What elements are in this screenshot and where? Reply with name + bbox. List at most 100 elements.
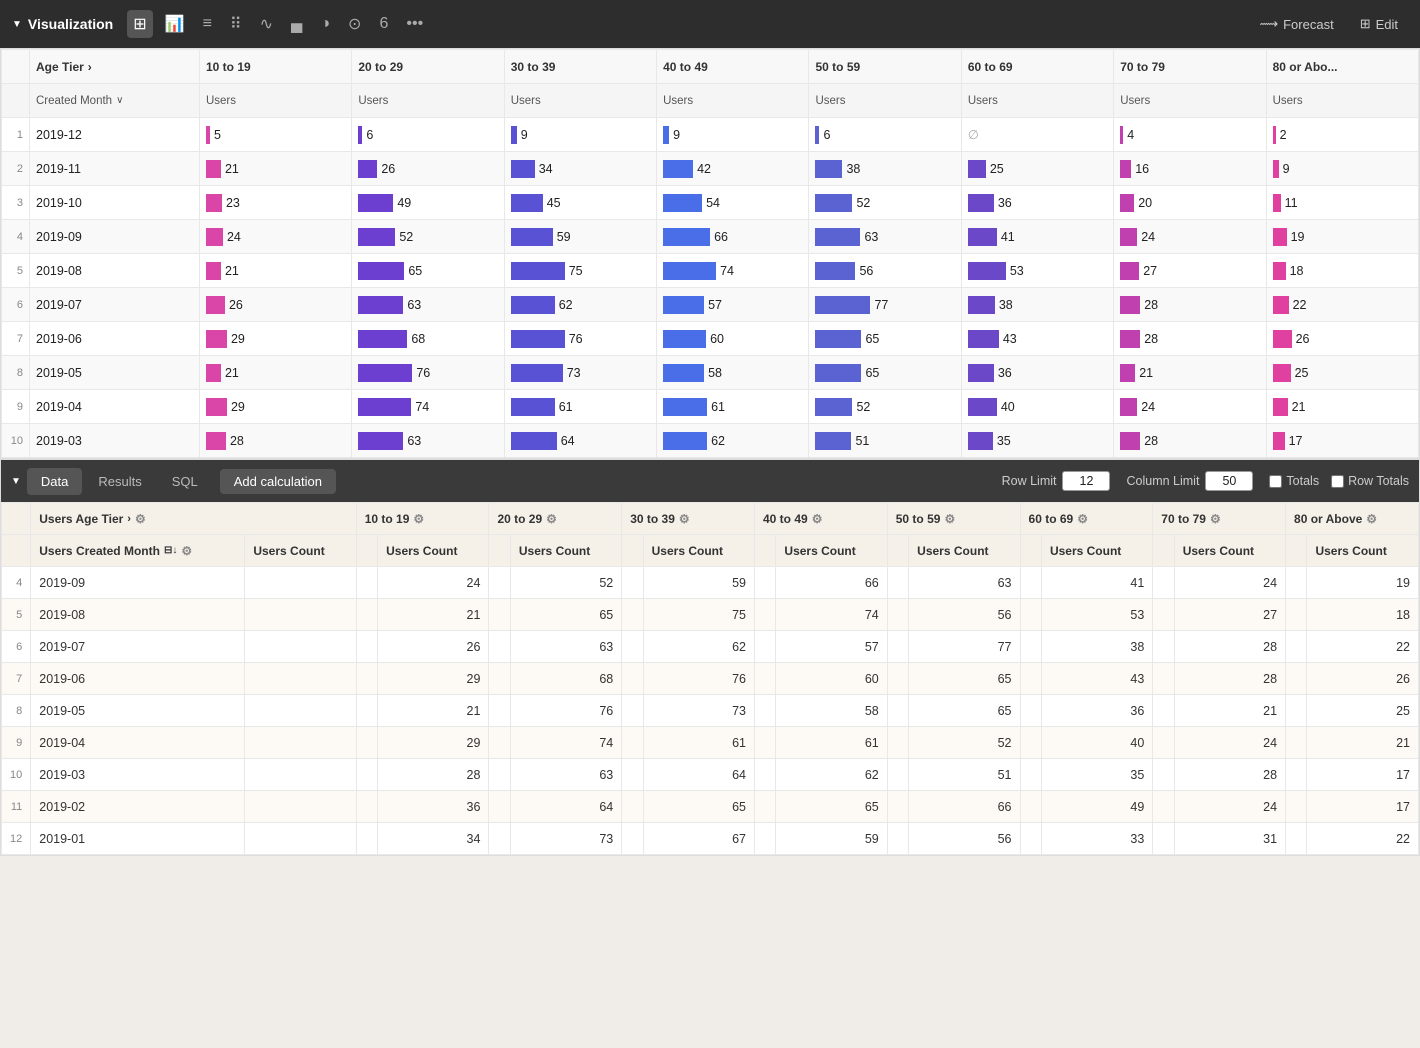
value-cell: 74 [510,727,621,759]
bar-container: 74 [358,390,497,423]
bar-visual [206,228,223,246]
value-cell: 63 [352,424,504,458]
gear-icon-80[interactable]: ⚙ [1366,512,1377,526]
bar-visual [358,364,412,382]
value-spacer-cell [356,823,377,855]
viz-tbody: 12019-12 5 6 9 9 6 ∅ 4 2 22019-11 [2,118,1419,458]
map-icon-btn[interactable]: ⊙ [342,10,367,38]
gear-icon-20[interactable]: ⚙ [546,512,557,526]
sort-down-icon[interactable]: ∨ [116,95,123,106]
gear-icon-40[interactable]: ⚙ [812,512,823,526]
null-symbol: ∅ [968,128,979,142]
value-cell: 68 [510,663,621,695]
value-cell: 73 [510,823,621,855]
data-table-wrapper[interactable]: Users Age Tier › ⚙ 10 to 19⚙ 20 to 29⚙ 3… [1,502,1419,855]
row-totals-checkbox-label[interactable]: Row Totals [1331,474,1409,488]
viz-table-wrapper[interactable]: Age Tier › 10 to 19 20 to 29 30 to 39 40… [1,49,1419,458]
value-spacer-cell [887,823,908,855]
value-spacer-cell [754,567,775,599]
value-spacer-cell [1153,599,1174,631]
table-row: 92019-04 29 74 61 61 52 40 24 [2,390,1419,424]
value-cell: 22 [1307,631,1419,663]
value-cell: 6 [809,118,961,152]
forecast-icon: ⟿ [1259,16,1278,32]
gear-icon-30[interactable]: ⚙ [679,512,690,526]
bar-visual [663,296,704,314]
value-cell: 24 [1174,791,1285,823]
bar-container: 9 [663,118,802,151]
value-cell: 24 [1174,727,1285,759]
totals-checkbox-label[interactable]: Totals [1269,474,1319,488]
data-tbody: 42019-09245259666341241952019-0821657574… [2,567,1419,855]
value-spacer-cell [356,759,377,791]
bar-container: 42 [663,152,802,185]
bar-value: 28 [1144,298,1158,312]
table-icon-btn[interactable]: ⊞ [127,10,152,38]
bar-container: 41 [968,220,1107,253]
bar-container: 23 [206,186,345,219]
value-cell: 76 [352,356,504,390]
bar-value: 65 [865,332,879,346]
bar-container: 76 [358,356,497,389]
value-cell: 65 [809,356,961,390]
dt-count-sub-20b: Users Count [510,535,621,567]
gear-icon-50[interactable]: ⚙ [944,512,955,526]
pie-icon-btn[interactable]: ◑ [314,11,336,37]
value-cell: 52 [909,727,1020,759]
number-icon-btn[interactable]: 6 [373,11,394,37]
bar-visual [1120,228,1137,246]
gear-icon-pivot[interactable]: ⚙ [135,512,146,526]
bar-value: 25 [1295,366,1309,380]
gear-icon-60[interactable]: ⚙ [1077,512,1088,526]
bar-value: 65 [408,264,422,278]
value-cell: 6 [352,118,504,152]
col-limit-control: Column Limit [1126,471,1253,491]
empty-dim-cell [245,727,356,759]
value-cell: 24 [378,567,489,599]
bar-chart-icon-btn[interactable]: 📊 [159,10,191,38]
value-cell: 19 [1307,567,1419,599]
gear-icon-70[interactable]: ⚙ [1210,512,1221,526]
pivot-expand-icon2[interactable]: › [127,513,131,525]
bar-container: 38 [815,152,954,185]
value-cell: 56 [909,823,1020,855]
tab-results[interactable]: Results [84,468,155,495]
table-row: 42019-09 24 52 59 66 63 41 24 [2,220,1419,254]
row-limit-input[interactable] [1062,471,1110,491]
value-spacer-cell [1020,695,1041,727]
value-cell: 28 [1114,288,1266,322]
value-cell: 22 [1266,288,1418,322]
bar-value: 59 [557,230,571,244]
area-icon-btn[interactable]: ▄ [285,11,308,37]
data-table: Users Age Tier › ⚙ 10 to 19⚙ 20 to 29⚙ 3… [1,502,1419,855]
row-totals-checkbox[interactable] [1331,475,1344,488]
value-cell: 58 [776,695,887,727]
tab-sql[interactable]: SQL [158,468,212,495]
bar-visual [663,398,707,416]
bar-container: 35 [968,424,1107,457]
edit-button[interactable]: ⊞ Edit [1350,11,1408,37]
totals-checkbox[interactable] [1269,475,1282,488]
line-icon-btn[interactable]: ∿ [254,10,279,38]
tab-data[interactable]: Data [27,468,82,495]
value-spacer-cell [1153,727,1174,759]
col-limit-input[interactable] [1205,471,1253,491]
bar-visual [968,398,997,416]
gear-icon-10[interactable]: ⚙ [413,512,424,526]
scatter-icon-btn[interactable]: ⠿ [224,10,248,38]
bar-container: 36 [968,186,1107,219]
users-sub-60: Users [961,84,1113,118]
filter-sort-icon[interactable]: ⊟↓ [164,545,177,556]
value-cell: 34 [378,823,489,855]
bar-container: 68 [358,322,497,355]
more-icon-btn[interactable]: ••• [400,11,429,37]
gear-icon-month[interactable]: ⚙ [181,544,192,558]
value-spacer-cell [622,663,643,695]
table-row: 32019-10 23 49 45 54 52 36 20 [2,186,1419,220]
filter-icon-btn[interactable]: ≡ [197,11,218,37]
add-calculation-button[interactable]: Add calculation [220,469,336,494]
date-label: 2019-07 [31,631,245,663]
pivot-expand-icon[interactable]: › [88,60,92,74]
value-cell: 17 [1307,759,1419,791]
forecast-button[interactable]: ⟿ Forecast [1249,11,1343,37]
